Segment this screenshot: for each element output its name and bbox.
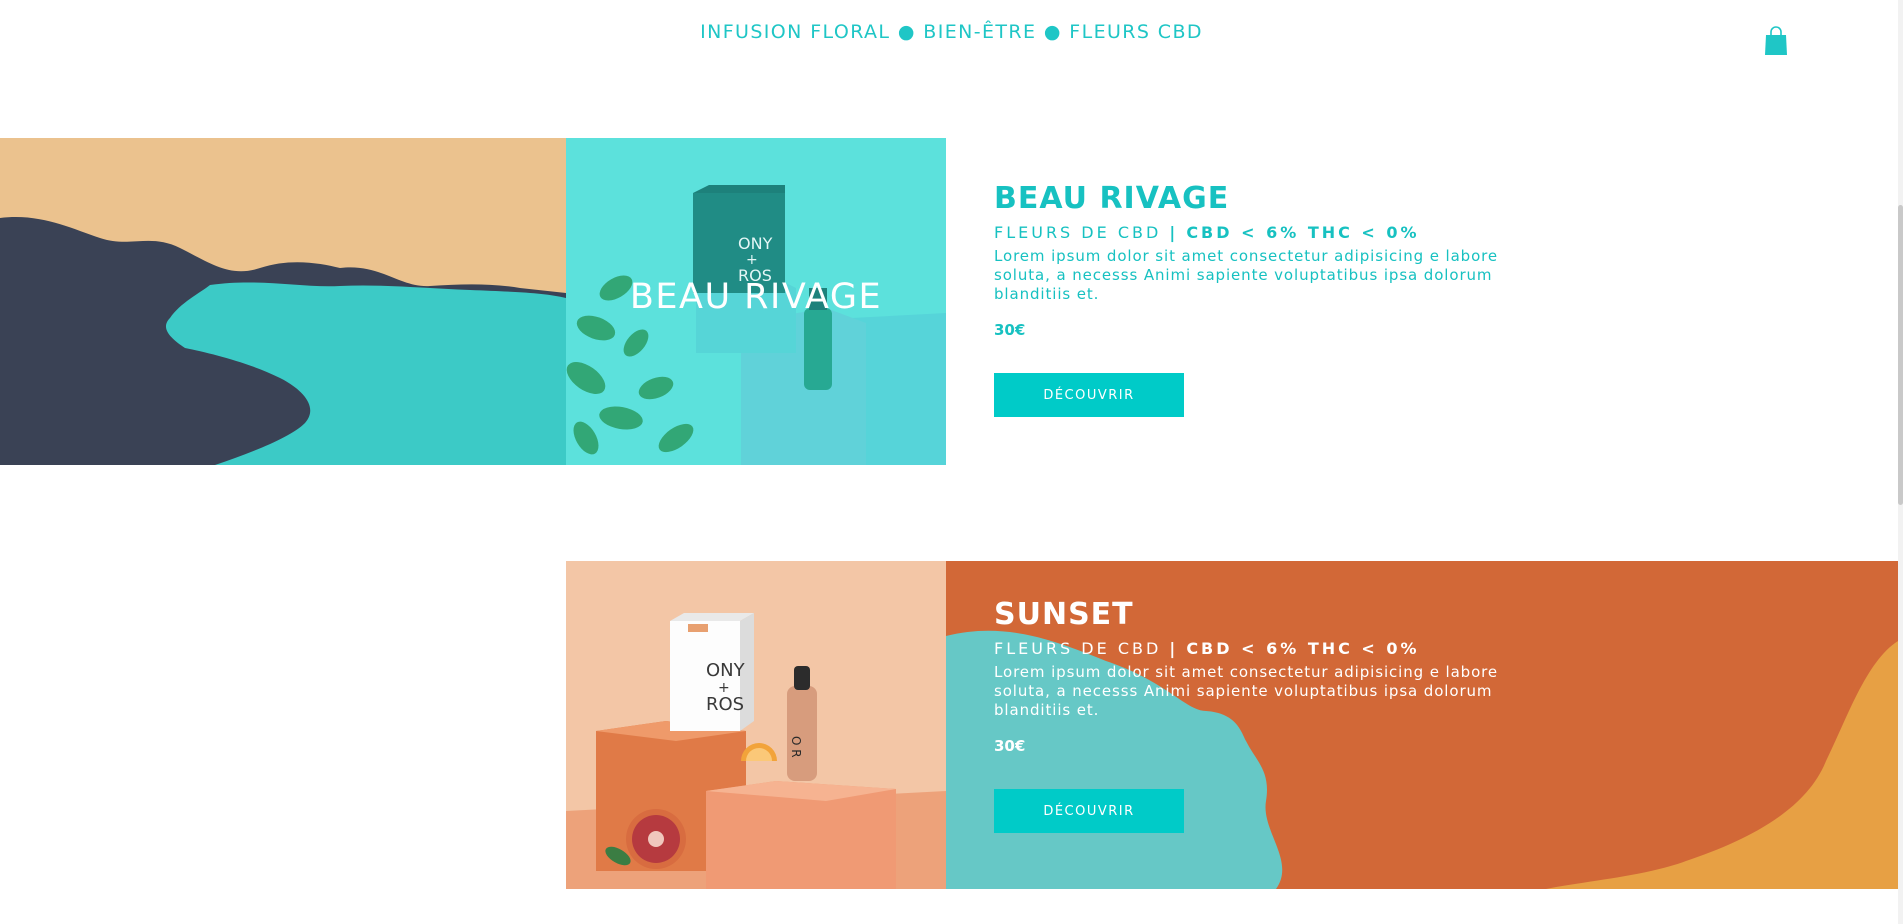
- product-title: SUNSET: [994, 597, 1134, 632]
- product-price: 30€: [994, 737, 1026, 755]
- bottle-label: O R: [789, 736, 803, 758]
- product-specs: CBD < 6% THC < 0%: [1186, 223, 1420, 242]
- product-description: Lorem ipsum dolor sit amet consectetur a…: [994, 663, 1499, 719]
- product-category: FLEURS DE CBD: [994, 639, 1162, 658]
- subtitle-separator: |: [1169, 639, 1179, 658]
- coastline-illustration: [0, 138, 566, 465]
- scrollbar-thumb[interactable]: [1898, 205, 1903, 505]
- header: INFUSION FLORAL ● BIEN-ÊTRE ● FLEURS CBD: [0, 0, 1903, 70]
- photo-overlay-title: BEAU RIVAGE: [629, 277, 883, 317]
- product-subtitle: FLEURS DE CBD | CBD < 6% THC < 0%: [994, 638, 1554, 660]
- product-card-sunset: ONY + ROS O R SUNSET FLEURS DE CBD | CBD…: [0, 561, 1903, 889]
- product-card-beau-rivage: ONY + ROS BEAU RIVAGE BEAU RIVAGE FLEURS…: [0, 138, 1903, 465]
- discover-button[interactable]: DÉCOUVRIR: [994, 373, 1184, 417]
- product-subtitle: FLEURS DE CBD | CBD < 6% THC < 0%: [994, 222, 1554, 244]
- product-photo-art: ONY + ROS O R: [566, 561, 946, 889]
- svg-text:ONY: ONY: [706, 660, 746, 681]
- product-photo-sunset: ONY + ROS O R: [566, 561, 946, 889]
- product-info: SUNSET FLEURS DE CBD | CBD < 6% THC < 0%…: [994, 598, 1554, 833]
- svg-text:ROS: ROS: [706, 694, 744, 715]
- page-scrollbar[interactable]: [1898, 0, 1903, 924]
- subtitle-separator: |: [1169, 223, 1179, 242]
- product-specs: CBD < 6% THC < 0%: [1186, 639, 1420, 658]
- product-info: BEAU RIVAGE FLEURS DE CBD | CBD < 6% THC…: [994, 182, 1554, 417]
- discover-button[interactable]: DÉCOUVRIR: [994, 789, 1184, 833]
- product-photo-beau-rivage: ONY + ROS BEAU RIVAGE: [566, 138, 946, 465]
- header-tagline: INFUSION FLORAL ● BIEN-ÊTRE ● FLEURS CBD: [700, 21, 1203, 43]
- product-description: Lorem ipsum dolor sit amet consectetur a…: [994, 247, 1499, 303]
- product-price: 30€: [994, 321, 1026, 339]
- product-title: BEAU RIVAGE: [994, 181, 1230, 216]
- product-category: FLEURS DE CBD: [994, 223, 1162, 242]
- shopping-bag-icon[interactable]: [1764, 26, 1788, 56]
